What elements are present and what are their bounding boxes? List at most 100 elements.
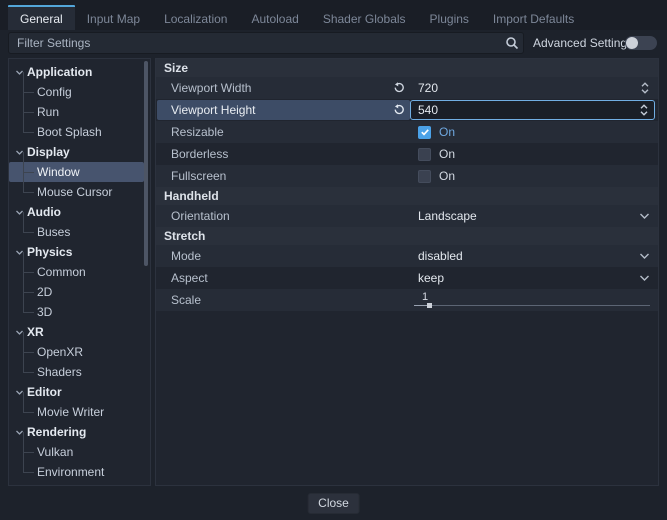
section-header-size: Size xyxy=(156,59,658,77)
slider-handle[interactable] xyxy=(427,303,432,308)
tab-bar: General Input Map Localization Autoload … xyxy=(0,0,667,30)
section-header-stretch: Stretch xyxy=(156,227,658,245)
setting-label-text: Scale xyxy=(171,293,201,307)
setting-label: Orientation xyxy=(157,206,410,226)
chevron-down-icon xyxy=(639,212,650,220)
tab-import-defaults[interactable]: Import Defaults xyxy=(481,5,586,30)
sidebar-item-environment[interactable]: Environment xyxy=(9,462,150,482)
setting-label-text: Resizable xyxy=(171,125,224,139)
revert-icon[interactable] xyxy=(393,104,405,116)
settings-category-tree: Application Config Run Boot Splash Displ… xyxy=(8,58,151,486)
checkbox-on-label: On xyxy=(439,169,455,183)
chevron-down-icon xyxy=(639,252,650,260)
scale-value: 1 xyxy=(422,291,428,303)
setting-row-viewport-height: Viewport Height 540 xyxy=(156,99,658,121)
setting-value-cell: On xyxy=(410,165,658,187)
setting-row-aspect: Aspect keep xyxy=(156,267,658,289)
sidebar-item-shaders[interactable]: Shaders xyxy=(9,362,150,382)
setting-value-cell: 1 xyxy=(410,289,658,311)
close-button[interactable]: Close xyxy=(307,493,360,514)
advanced-settings-label: Advanced Settings xyxy=(533,36,633,50)
setting-value-cell: 720 xyxy=(410,77,658,99)
mode-value: disabled xyxy=(410,249,463,263)
setting-row-fullscreen: Fullscreen On xyxy=(156,165,658,187)
filter-row: Advanced Settings xyxy=(0,31,667,57)
advanced-settings-toggle[interactable] xyxy=(625,36,657,50)
setting-label-text: Fullscreen xyxy=(171,169,226,183)
sidebar-item-label: Config xyxy=(37,85,72,99)
viewport-height-spinbox[interactable]: 540 xyxy=(410,100,655,120)
mode-dropdown[interactable]: disabled xyxy=(410,245,658,267)
setting-label-text: Viewport Height xyxy=(171,103,256,117)
sidebar-item-label: Application xyxy=(27,65,92,79)
setting-label: Borderless xyxy=(157,144,410,164)
setting-value-cell: 540 xyxy=(410,99,658,121)
sidebar-item-3d[interactable]: 3D xyxy=(9,302,150,322)
setting-row-borderless: Borderless On xyxy=(156,143,658,165)
sidebar-item-label: Environment xyxy=(37,465,104,479)
setting-row-mode: Mode disabled xyxy=(156,245,658,267)
setting-label: Aspect xyxy=(157,268,410,288)
borderless-checkbox-unchecked[interactable] xyxy=(418,148,431,161)
sidebar-item-label: 2D xyxy=(37,285,52,299)
checkbox-on-label: On xyxy=(439,125,455,139)
sidebar-item-movie-writer[interactable]: Movie Writer xyxy=(9,402,150,422)
setting-label: Fullscreen xyxy=(157,166,410,186)
setting-label-text: Orientation xyxy=(171,209,230,223)
sidebar-item-label: 3D xyxy=(37,305,52,319)
sidebar-item-label: Shaders xyxy=(37,365,82,379)
sidebar-item-buses[interactable]: Buses xyxy=(9,222,150,242)
aspect-dropdown[interactable]: keep xyxy=(410,267,658,289)
sidebar-item-label: Mouse Cursor xyxy=(37,185,112,199)
setting-row-viewport-width: Viewport Width 720 xyxy=(156,77,658,99)
toggle-knob xyxy=(626,37,638,49)
chevron-down-icon xyxy=(639,274,650,282)
revert-icon[interactable] xyxy=(393,82,405,94)
sidebar-item-label: Vulkan xyxy=(37,445,73,459)
setting-label-text: Aspect xyxy=(171,271,208,285)
project-settings-window: General Input Map Localization Autoload … xyxy=(0,0,667,520)
setting-label-highlighted: Viewport Height xyxy=(157,100,410,120)
slider-track xyxy=(414,305,650,306)
sidebar-item-boot-splash[interactable]: Boot Splash xyxy=(9,122,150,142)
viewport-width-value[interactable]: 720 xyxy=(410,81,438,95)
setting-label: Viewport Width xyxy=(157,78,410,98)
orientation-dropdown[interactable]: Landscape xyxy=(410,205,658,227)
sidebar-item-label: Common xyxy=(37,265,86,279)
section-header-handheld: Handheld xyxy=(156,187,658,205)
sidebar-item-label: Run xyxy=(37,105,59,119)
setting-value-cell: On xyxy=(410,143,658,165)
sidebar-item-mouse-cursor[interactable]: Mouse Cursor xyxy=(9,182,150,202)
setting-row-orientation: Orientation Landscape xyxy=(156,205,658,227)
setting-row-scale: Scale 1 xyxy=(156,289,658,311)
tab-autoload[interactable]: Autoload xyxy=(239,5,310,30)
orientation-value: Landscape xyxy=(410,209,477,223)
sidebar-item-label: Movie Writer xyxy=(37,405,104,419)
tab-general[interactable]: General xyxy=(8,5,75,30)
sidebar-item-label: Boot Splash xyxy=(37,125,102,139)
filter-settings-input[interactable] xyxy=(8,32,524,54)
search-icon xyxy=(505,36,519,50)
resizable-checkbox-checked[interactable] xyxy=(418,126,431,139)
scale-slider[interactable]: 1 xyxy=(410,289,652,311)
spinner-updown-icon[interactable] xyxy=(640,81,650,95)
sidebar-item-label: Rendering xyxy=(27,425,86,439)
dialog-footer: Close xyxy=(0,486,667,520)
tab-plugins[interactable]: Plugins xyxy=(418,5,481,30)
tab-shader-globals[interactable]: Shader Globals xyxy=(311,5,418,30)
spinner-updown-icon[interactable] xyxy=(639,103,649,117)
sidebar-scrollbar[interactable] xyxy=(144,61,148,266)
tab-localization[interactable]: Localization xyxy=(152,5,239,30)
setting-label: Resizable xyxy=(157,122,410,142)
sidebar-item-label: Buses xyxy=(37,225,70,239)
setting-label-text: Viewport Width xyxy=(171,81,251,95)
aspect-value: keep xyxy=(410,271,444,285)
sidebar-item-label: Window xyxy=(37,165,80,179)
settings-panel: Size Viewport Width 720 Viewport Height … xyxy=(155,58,659,486)
setting-row-resizable: Resizable On xyxy=(156,121,658,143)
fullscreen-checkbox-unchecked[interactable] xyxy=(418,170,431,183)
viewport-height-value[interactable]: 540 xyxy=(411,103,438,117)
sidebar-item-label: OpenXR xyxy=(37,345,83,359)
setting-label: Scale xyxy=(157,290,410,310)
tab-input-map[interactable]: Input Map xyxy=(75,5,152,30)
